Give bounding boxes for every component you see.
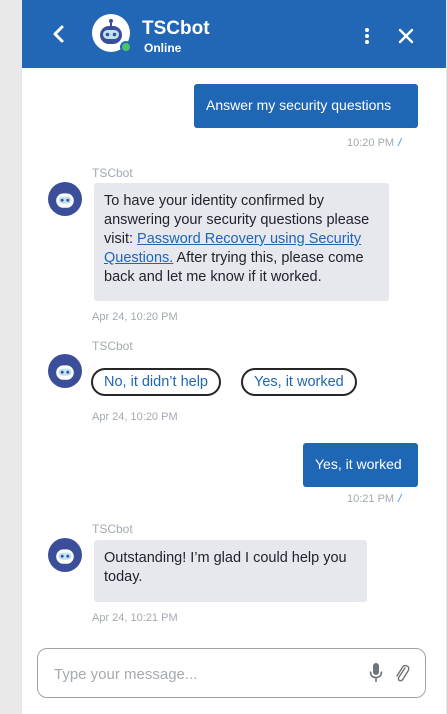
bot-name: TSCbot: [142, 18, 210, 39]
sender-name: TSCbot: [92, 166, 133, 180]
bot-message-bubble: To have your identity confirmed by answe…: [94, 183, 389, 301]
kebab-menu-icon: [365, 28, 369, 44]
bot-avatar-small: [48, 182, 82, 216]
bot-avatar-small: [48, 354, 82, 388]
close-icon: [398, 28, 414, 44]
back-button[interactable]: [48, 22, 70, 46]
bot-avatar: [92, 14, 132, 54]
message-timestamp: 10:21 PM//: [347, 493, 401, 505]
quick-reply-yes-button[interactable]: Yes, it worked: [241, 368, 357, 396]
message-composer: [37, 648, 426, 698]
bot-status: Online: [144, 41, 182, 55]
microphone-button[interactable]: [368, 662, 384, 684]
robot-icon: [56, 365, 74, 380]
online-status-dot: [120, 41, 132, 53]
chat-header: TSCbot Online: [22, 0, 446, 68]
message-timestamp: Apr 24, 10:20 PM: [92, 311, 178, 323]
sender-name: TSCbot: [92, 339, 133, 353]
user-message-bubble: Answer my security questions: [194, 84, 418, 128]
close-button[interactable]: [396, 26, 416, 46]
more-menu-button[interactable]: [361, 26, 373, 46]
paperclip-icon: [396, 664, 410, 682]
quick-reply-no-button[interactable]: No, it didn’t help: [91, 368, 221, 396]
user-message-bubble: Yes, it worked: [303, 443, 418, 487]
message-time: 10:21 PM: [347, 493, 395, 505]
bot-avatar-small: [48, 538, 82, 572]
sender-name: TSCbot: [92, 522, 133, 536]
microphone-icon: [369, 663, 383, 682]
attach-button[interactable]: [394, 662, 410, 684]
bot-message-bubble: Outstanding! I’m glad I could help you t…: [94, 540, 367, 602]
chat-widget: TSCbot Online Answer my security questio…: [22, 0, 446, 714]
message-timestamp: 10:20 PM//: [347, 137, 401, 149]
message-input[interactable]: [52, 661, 346, 687]
robot-icon: [56, 549, 74, 564]
chevron-left-icon: [53, 25, 64, 43]
message-timestamp: Apr 24, 10:20 PM: [92, 411, 178, 423]
robot-icon: [56, 193, 74, 208]
message-time: 10:20 PM: [347, 137, 395, 149]
message-timestamp: Apr 24, 10:21 PM: [92, 612, 178, 624]
